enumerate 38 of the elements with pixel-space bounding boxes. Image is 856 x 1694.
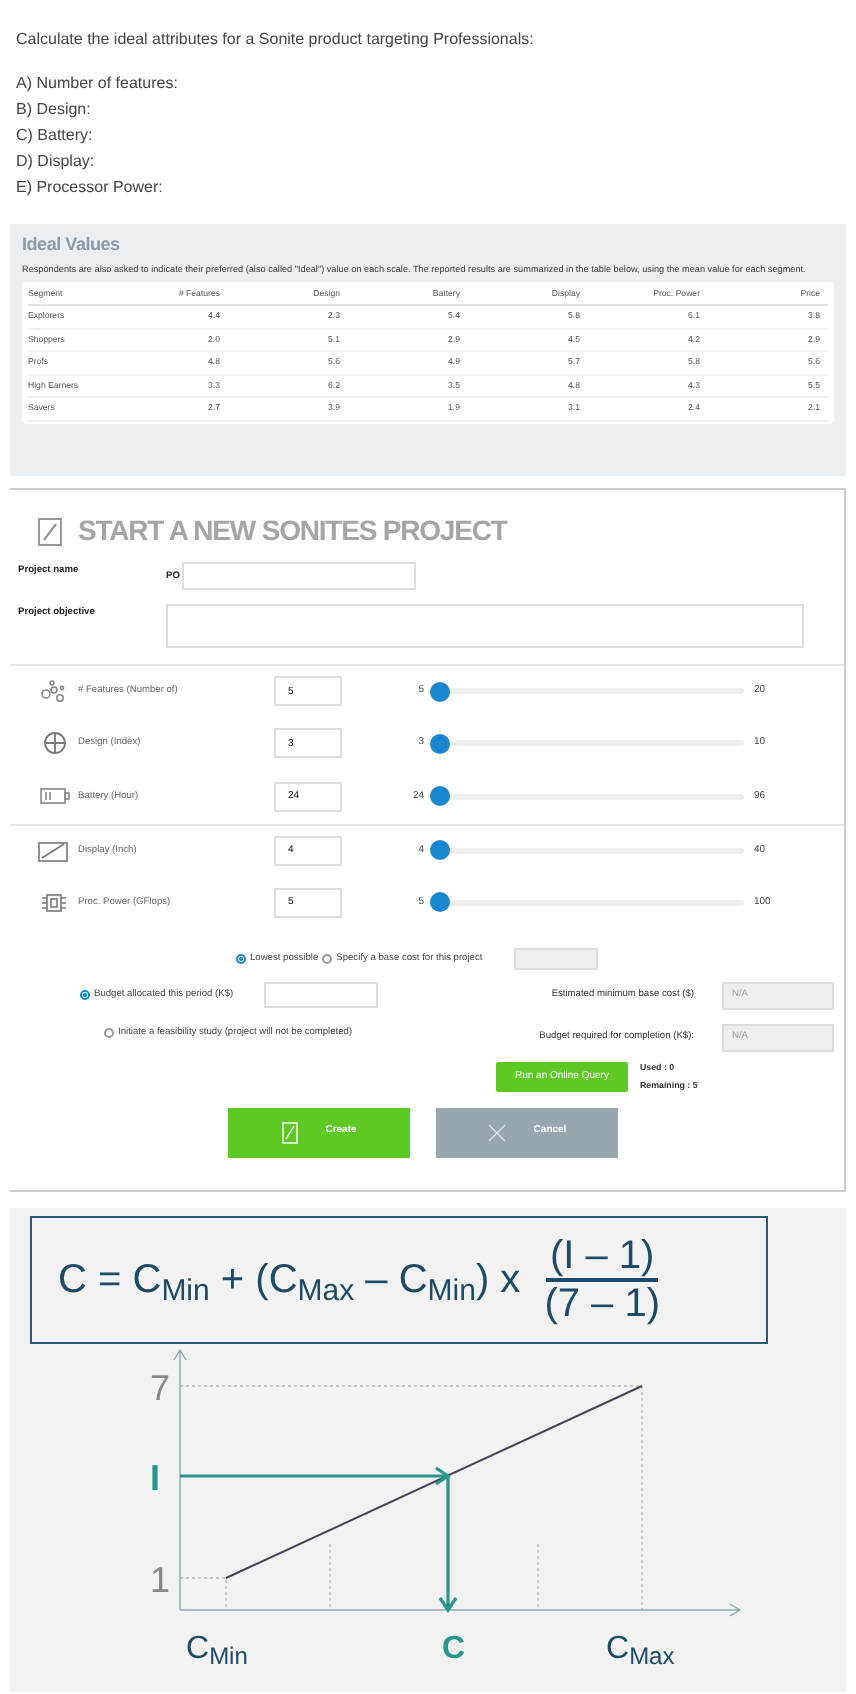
slider-thumb[interactable] — [430, 840, 450, 861]
question-item: D) Display: — [16, 150, 97, 174]
disabled-field — [514, 948, 599, 970]
axis-label: I — [150, 1460, 161, 1496]
compass-icon — [41, 730, 67, 757]
input-field[interactable] — [181, 562, 416, 590]
question-text: Calculate the ideal attributes for a Sonite product targeting Professionals: — [16, 28, 536, 52]
radio-button[interactable] — [236, 954, 246, 964]
panel-title: Ideal Values — [22, 232, 122, 258]
pencil-icon — [38, 517, 62, 545]
axis-label: C$_{Min}$ — [186, 1634, 248, 1666]
close-icon — [487, 1123, 506, 1142]
axis-label: 7 — [150, 1370, 171, 1406]
formula-text: C = C$_{Min}$ + (C$_{Max}$ – C$_{Min}$) x — [58, 1256, 521, 1310]
radio-button[interactable] — [104, 1028, 114, 1038]
vertical-arrow — [438, 1474, 458, 1613]
slider-thumb[interactable] — [430, 681, 450, 702]
question-item: C) Battery: — [16, 124, 95, 148]
screen-icon — [38, 839, 70, 862]
form-title: START A NEW SONITES PROJECT — [78, 512, 507, 550]
fraction-denominator: (7 – 1) — [544, 1282, 660, 1326]
molecule-icon — [40, 679, 68, 704]
pencil-icon — [281, 1121, 298, 1144]
slider-thumb[interactable] — [430, 733, 450, 754]
question-item: E) Processor Power: — [16, 176, 165, 200]
input-field[interactable] — [263, 982, 378, 1008]
fraction-numerator: (I – 1) — [545, 1234, 659, 1282]
battery-icon — [39, 788, 69, 805]
slider-thumb[interactable] — [430, 892, 450, 913]
axis-label: C — [442, 1634, 466, 1666]
axis-label: C$_{Max}$ — [606, 1634, 675, 1666]
radio-button[interactable] — [322, 954, 333, 964]
slider-thumb[interactable] — [430, 786, 450, 807]
chip-icon — [40, 889, 68, 916]
question-item: A) Number of features: — [16, 72, 180, 96]
radio-button[interactable] — [80, 990, 90, 1000]
question-item: B) Design: — [16, 98, 93, 122]
axis-label: 1 — [150, 1562, 171, 1598]
